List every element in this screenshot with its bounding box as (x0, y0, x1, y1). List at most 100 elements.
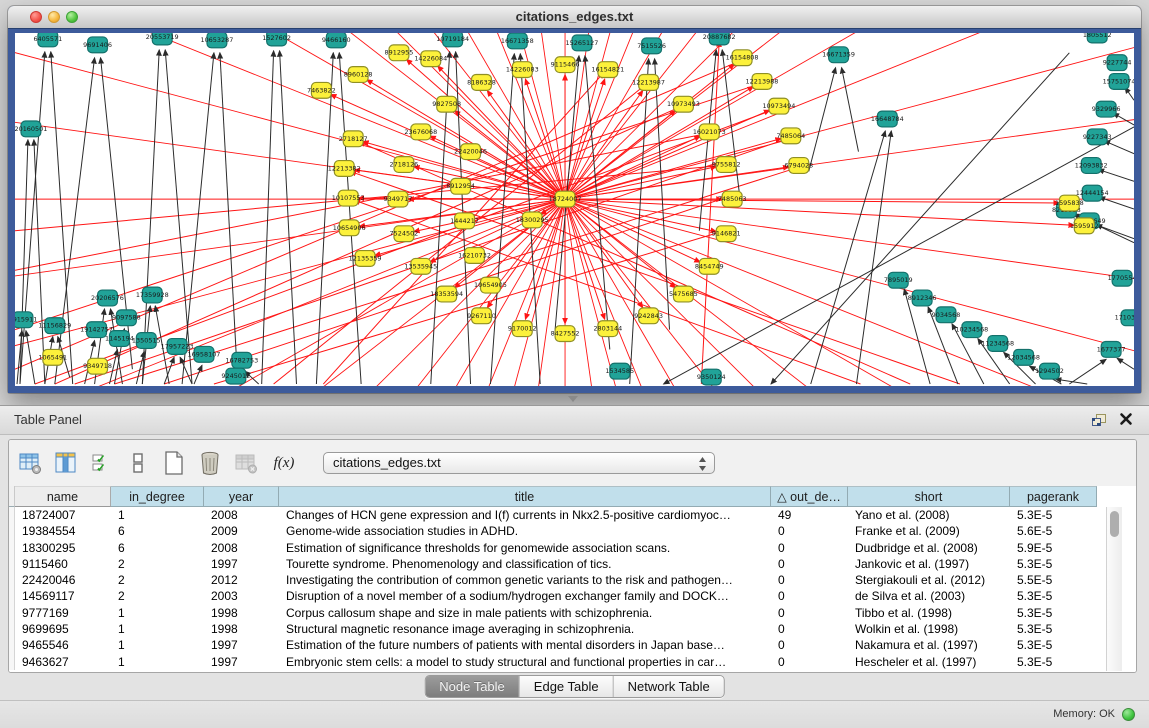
tab-network-table[interactable]: Network Table (614, 676, 724, 697)
cell-name: 9463627 (15, 654, 111, 670)
cell-name: 9777169 (15, 605, 111, 621)
graph-node-label: 8912954 (446, 182, 475, 190)
cell-year: 2012 (204, 572, 279, 588)
panel-splitter-handle[interactable] (568, 396, 578, 402)
cell-short: Yano et al. (2008) (848, 507, 1010, 523)
table-row[interactable]: 946362711997Embryonic stem cells: a mode… (9, 654, 1136, 670)
graph-node-label: 9227744 (1103, 59, 1132, 67)
close-panel-icon[interactable] (1119, 412, 1133, 431)
scrollbar-thumb[interactable] (1110, 511, 1119, 537)
graph-node-label: 2718126 (390, 161, 419, 169)
cell-pagerank: 5.3E-5 (1010, 507, 1097, 523)
float-panel-icon[interactable] (1091, 413, 1107, 432)
show-columns-icon[interactable] (53, 450, 79, 476)
cell-year: 1998 (204, 621, 279, 637)
cell-pagerank: 5.3E-5 (1010, 588, 1097, 604)
cell-out_degree: 0 (771, 572, 848, 588)
tab-edge-table[interactable]: Edge Table (520, 676, 614, 697)
graph-node-label: 12444154 (1076, 189, 1109, 197)
graph-node-label: 7485064 (776, 132, 805, 140)
row-selection-icon[interactable] (89, 450, 115, 476)
column-header-in_degree[interactable]: in_degree (111, 486, 204, 507)
table-row[interactable]: 1938455462009Genome-wide association stu… (9, 523, 1136, 539)
graph-edge (1104, 141, 1134, 154)
graph-edge (565, 199, 1134, 386)
table-row[interactable]: 2242004622012Investigating the contribut… (9, 572, 1136, 588)
cell-short: de Silva et al. (2003) (848, 588, 1010, 604)
cell-in_degree: 2 (111, 572, 204, 588)
function-builder-icon[interactable]: f(x) (269, 450, 299, 476)
graph-edge (565, 199, 1134, 386)
graph-node-label: 12135359 (349, 254, 382, 262)
graph-node-label: 10654906 (333, 224, 366, 232)
graph-node-label: 16958107 (188, 350, 221, 358)
column-header-pagerank[interactable]: pagerank (1010, 486, 1097, 507)
column-header-out_degree[interactable]: △ out_de… (771, 486, 848, 507)
tab-node-table[interactable]: Node Table (425, 676, 520, 697)
column-header-name[interactable]: name (15, 486, 111, 507)
graph-node-label: 9691406 (83, 41, 112, 49)
graph-edge (1113, 113, 1134, 125)
graph-node-label: 9115466 (551, 61, 580, 69)
memory-status-icon[interactable] (1122, 708, 1135, 721)
graph-node-label: 1145194 (105, 335, 134, 343)
cell-name: 19384554 (15, 523, 111, 539)
graph-node-label: 16021073 (693, 128, 726, 136)
graph-node-label: 9349718 (83, 362, 112, 370)
graph-node-label: 13535945 (404, 262, 437, 270)
graph-node-label: 1770554 (1108, 274, 1134, 282)
cell-pagerank: 5.3E-5 (1010, 621, 1097, 637)
delete-table-icon[interactable] (233, 450, 259, 476)
table-mode-icon[interactable] (17, 450, 43, 476)
table-row[interactable]: 1456911722003Disruption of a novel membe… (9, 588, 1136, 604)
table-panel: Table Panel (0, 405, 1149, 728)
graph-node-label: 6405571 (33, 35, 62, 43)
table-row[interactable]: 911546021997Tourette syndrome. Phenomeno… (9, 556, 1136, 572)
cell-in_degree: 6 (111, 523, 204, 539)
window-titlebar[interactable]: citations_edges.txt (8, 6, 1141, 29)
table-row[interactable]: 946554611997Estimation of the future num… (9, 637, 1136, 653)
column-header-year[interactable]: year (204, 486, 279, 507)
network-canvas[interactable]: 6405571969140620553719106532871527602946… (15, 33, 1134, 386)
graph-edge (20, 140, 28, 384)
cell-year: 2009 (204, 523, 279, 539)
graph-edge (630, 59, 649, 384)
graph-node-label: 7485063 (718, 195, 747, 203)
graph-node-label: 16154808 (726, 54, 759, 62)
graph-edge (565, 199, 1074, 225)
table-row[interactable]: 977716911998Corpus callosum shape and si… (9, 605, 1136, 621)
graph-node-label: 1595838 (1055, 199, 1084, 207)
graph-edge (1098, 169, 1134, 181)
graph-node-label: 10107553 (332, 194, 365, 202)
table-row[interactable]: 1830029562008Estimation of significance … (9, 540, 1136, 556)
cell-title: Structural magnetic resonance image aver… (279, 621, 771, 637)
graph-node-label: 16671358 (501, 37, 534, 45)
graph-node-label: 1527602 (262, 34, 291, 42)
vertical-scrollbar[interactable] (1106, 507, 1122, 671)
cell-pagerank: 5.3E-5 (1010, 605, 1097, 621)
toggle-rows-icon[interactable] (125, 450, 151, 476)
network-window: citations_edges.txt 64055719691406205537… (8, 6, 1141, 393)
column-header-title[interactable]: title (279, 486, 771, 507)
graph-node-label: 9827508 (432, 100, 461, 108)
cell-title: Investigating the contribution of common… (279, 572, 771, 588)
graph-node-label: 8960128 (344, 71, 373, 79)
table-row[interactable]: 969969511998Structural magnetic resonanc… (9, 621, 1136, 637)
column-header-short[interactable]: short (848, 486, 1010, 507)
cell-title: Disruption of a novel member of a sodium… (279, 588, 771, 604)
graph-node-label: 9146821 (712, 230, 741, 238)
graph-edge (565, 139, 781, 200)
cell-out_degree: 0 (771, 605, 848, 621)
network-graph[interactable]: 6405571969140620553719106532871527602946… (15, 33, 1134, 386)
cell-out_degree: 0 (771, 621, 848, 637)
graph-edge (1069, 359, 1106, 384)
table-selector-dropdown[interactable]: citations_edges.txt (323, 452, 715, 474)
cell-name: 14569117 (15, 588, 111, 604)
graph-edge (565, 199, 1134, 386)
delete-column-icon[interactable] (197, 450, 223, 476)
table-row[interactable]: 1872400712008Changes of HCN gene express… (9, 507, 1136, 523)
graph-node-label: 9245012 (221, 372, 250, 380)
window-title: citations_edges.txt (8, 6, 1141, 28)
graph-node-label: 16154821 (591, 66, 624, 74)
create-column-icon[interactable] (161, 450, 187, 476)
